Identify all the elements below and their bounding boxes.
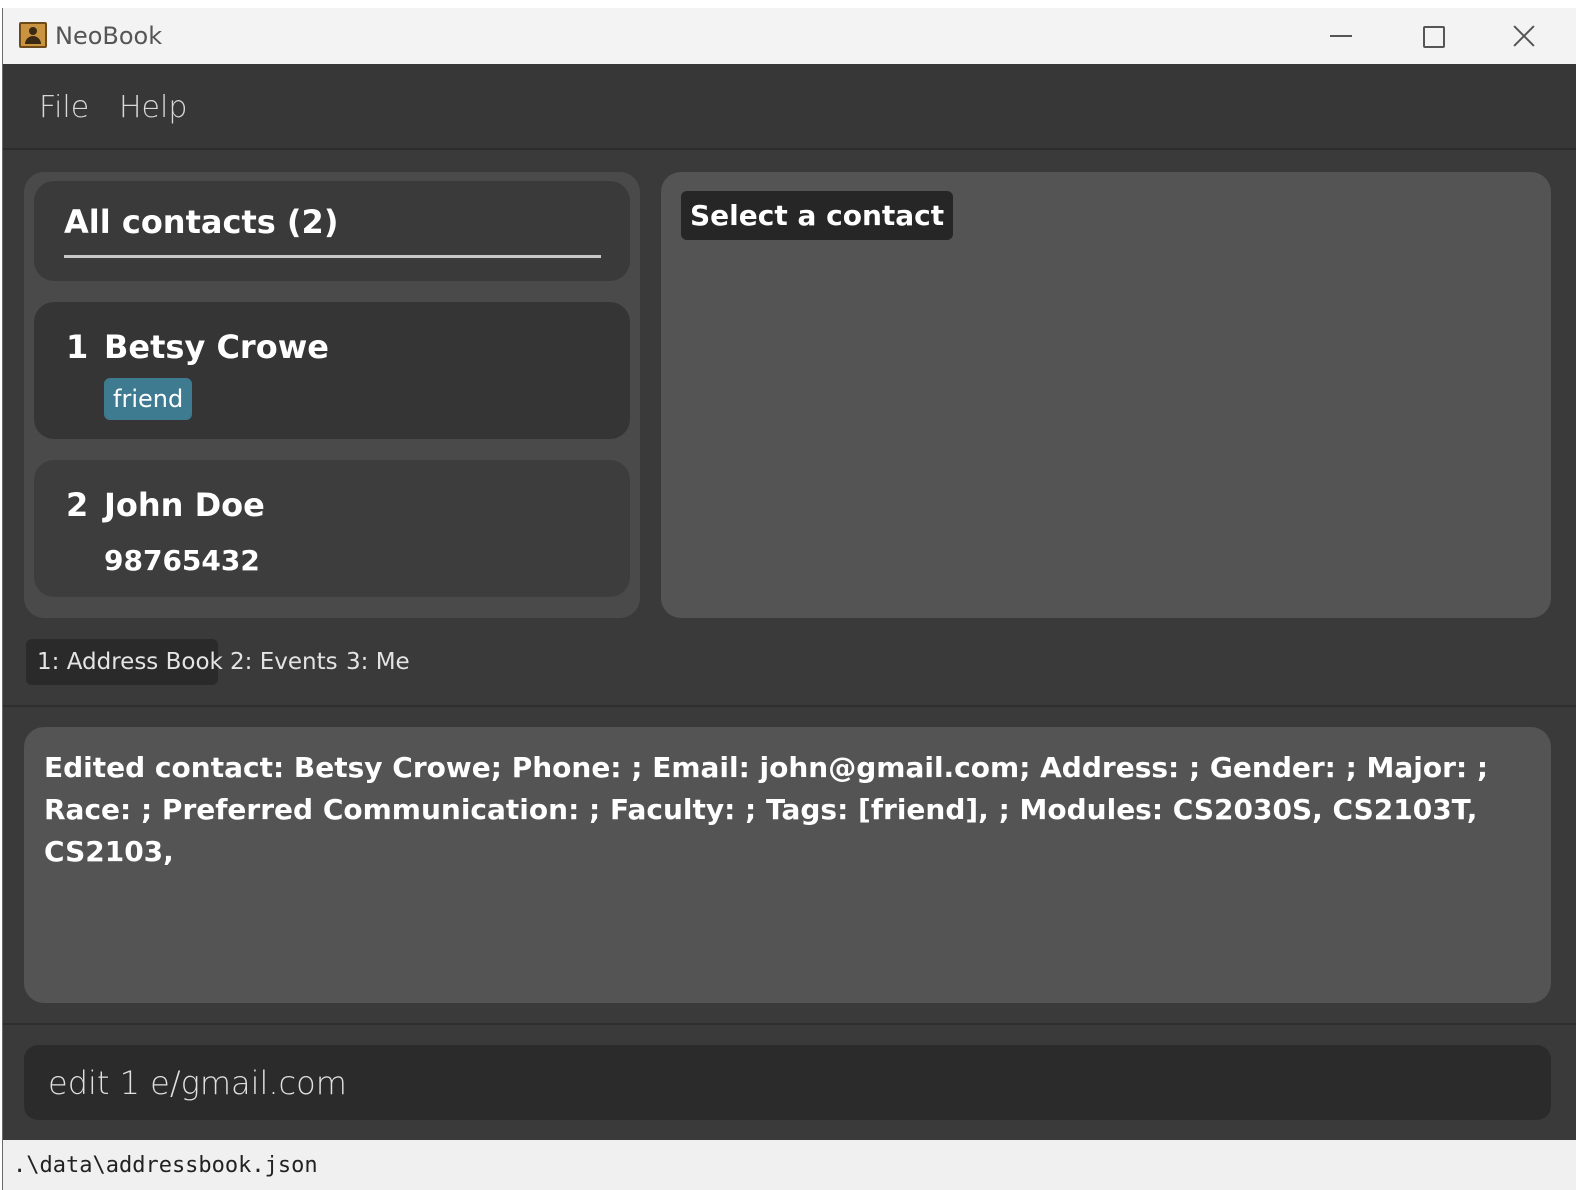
- command-input[interactable]: [24, 1045, 1551, 1120]
- status-bar: .\data\addressbook.json: [3, 1140, 1576, 1190]
- minimize-button[interactable]: [1296, 8, 1386, 64]
- contact-tag: friend: [104, 378, 193, 420]
- save-file-path: .\data\addressbook.json: [13, 1153, 318, 1178]
- address-book-icon: [19, 22, 47, 48]
- contact-list-title: All contacts (2): [64, 203, 339, 241]
- select-contact-label: Select a contact: [681, 191, 954, 240]
- result-text: Edited contact: Betsy Crowe; Phone: ; Em…: [44, 751, 1489, 868]
- contact-phone: 98765432: [104, 544, 260, 577]
- contact-detail-panel: Select a contact: [661, 172, 1551, 618]
- contact-name: Betsy Crowe: [104, 328, 329, 366]
- menu-file[interactable]: File: [39, 90, 89, 125]
- app-window: NeoBook File Help All contacts (2) 1 Bet…: [2, 8, 1576, 1190]
- result-display: Edited contact: Betsy Crowe; Phone: ; Em…: [24, 727, 1551, 1003]
- contact-card[interactable]: 1 Betsy Crowe friend: [34, 302, 630, 439]
- divider: [3, 705, 1576, 707]
- divider: [3, 1023, 1576, 1025]
- header-underline: [64, 255, 601, 258]
- contact-card[interactable]: 2 John Doe 98765432: [34, 460, 630, 597]
- tab-address-book[interactable]: 1: Address Book: [26, 639, 223, 685]
- contact-list-header: All contacts (2): [34, 181, 630, 281]
- menu-bar: File Help: [3, 64, 1576, 150]
- contact-list-panel: All contacts (2) 1 Betsy Crowe friend 2 …: [24, 172, 640, 618]
- contact-index: 1: [66, 328, 89, 366]
- title-bar: NeoBook: [3, 8, 1576, 64]
- maximize-button[interactable]: [1387, 8, 1477, 64]
- tab-events[interactable]: 2: Events: [230, 639, 338, 685]
- contact-index: 2: [66, 486, 89, 524]
- window-title: NeoBook: [55, 22, 163, 50]
- contact-name: John Doe: [104, 486, 265, 524]
- close-button[interactable]: [1479, 8, 1569, 64]
- menu-help[interactable]: Help: [119, 90, 187, 125]
- tab-me[interactable]: 3: Me: [346, 639, 410, 685]
